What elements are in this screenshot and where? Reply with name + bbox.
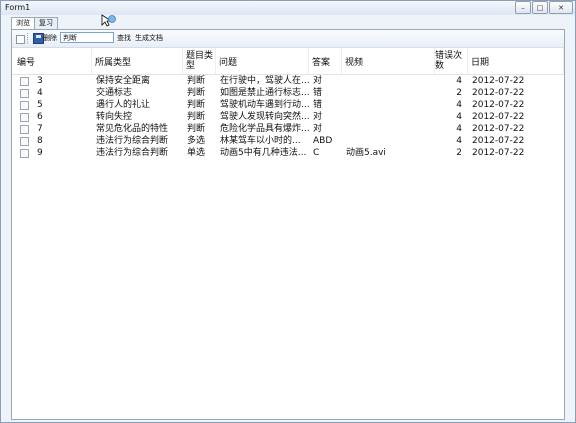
maximize-button[interactable]: □ [532, 1, 548, 14]
cell-id: 3 [37, 76, 43, 86]
mouse-cursor-icon [101, 14, 116, 27]
row-checkbox[interactable] [20, 77, 29, 86]
row-checkbox[interactable] [20, 125, 29, 134]
table-row[interactable]: 6 转向失控 判断 驾驶人发现转向突然... 对 4 2012-07-22 [12, 111, 564, 123]
cell-category: 违法行为综合判断 [96, 136, 169, 146]
cell-answer: 对 [313, 76, 323, 86]
toolbar-separator [27, 33, 29, 44]
cell-date: 2012-07-22 [472, 88, 525, 98]
cell-id: 7 [37, 124, 43, 134]
tab-review[interactable]: 复习 [34, 17, 58, 29]
cell-qtype: 单选 [187, 148, 206, 158]
cell-qtype: 判断 [187, 100, 206, 110]
cell-errors: 2 [456, 88, 462, 98]
column-header-date[interactable]: 日期 [468, 48, 564, 74]
row-checkbox[interactable] [20, 137, 29, 146]
cell-question: 在行驶中，驾驶人在... [220, 76, 309, 86]
cell-video [346, 111, 435, 123]
browse-panel: 删除 判断 查找 生成文档 编号 所属类型 题目类型 问题 答案 视频 错误次数… [11, 29, 565, 420]
cell-video [346, 123, 435, 135]
cell-question: 危险化学品具有爆炸... [220, 124, 309, 134]
cell-date: 2012-07-22 [472, 100, 525, 110]
cell-category: 保持安全距离 [96, 76, 151, 86]
row-checkbox[interactable] [20, 113, 29, 122]
cell-qtype: 多选 [187, 136, 206, 146]
find-button[interactable]: 查找 [117, 33, 131, 43]
cell-id: 5 [37, 100, 43, 110]
cell-video [346, 99, 435, 111]
cell-question: 如图是禁止通行标志... [220, 88, 309, 98]
toolbar: 删除 判断 查找 生成文档 [12, 30, 564, 48]
minimize-button[interactable]: – [515, 1, 531, 14]
cell-answer: ABD [313, 136, 333, 146]
cell-id: 6 [37, 112, 43, 122]
column-header-answer[interactable]: 答案 [309, 48, 342, 74]
cell-qtype: 判断 [187, 88, 206, 98]
cell-qtype: 判断 [187, 76, 206, 86]
cell-category: 常见危化品的特性 [96, 124, 169, 134]
cell-category: 交通标志 [96, 88, 133, 98]
cell-answer: 错 [313, 88, 323, 98]
cell-video [346, 87, 435, 99]
cell-qtype: 判断 [187, 112, 206, 122]
table-row[interactable]: 8 违法行为综合判断 多选 林某驾车以小时的... ABD 4 2012-07-22 [12, 135, 564, 147]
cell-errors: 2 [456, 148, 462, 158]
cell-date: 2012-07-22 [472, 136, 525, 146]
cell-answer: 错 [313, 100, 323, 110]
column-header-question[interactable]: 问题 [216, 48, 309, 74]
column-header-video[interactable]: 视频 [342, 48, 435, 74]
cell-errors: 4 [456, 100, 462, 110]
cell-id: 4 [37, 88, 43, 98]
cell-errors: 4 [456, 124, 462, 134]
column-header-errors[interactable]: 错误次数 [435, 48, 468, 74]
cell-question: 驾驶人发现转向突然... [220, 112, 309, 122]
column-header-qtype[interactable]: 题目类型 [183, 48, 216, 74]
close-button[interactable]: ✕ [549, 1, 573, 14]
cell-video: 动画5.avi [346, 148, 386, 158]
cell-date: 2012-07-22 [472, 76, 525, 86]
table-row[interactable]: 3 保持安全距离 判断 在行驶中，驾驶人在... 对 4 2012-07-22 [12, 75, 564, 87]
cell-answer: 对 [313, 124, 323, 134]
generate-document-button[interactable]: 生成文档 [135, 33, 163, 43]
cell-question: 林某驾车以小时的... [220, 136, 301, 146]
cell-category: 遇行人的礼让 [96, 100, 151, 110]
table-row[interactable]: 7 常见危化品的特性 判断 危险化学品具有爆炸... 对 4 2012-07-22 [12, 123, 564, 135]
cell-errors: 4 [456, 112, 462, 122]
table-row[interactable]: 5 遇行人的礼让 判断 驾驶机动车遇到行动... 错 4 2012-07-22 [12, 99, 564, 111]
cell-answer: C [313, 148, 320, 158]
window-title: Form1 [5, 3, 31, 12]
select-all-checkbox[interactable] [16, 35, 25, 44]
cell-video [346, 75, 435, 87]
cell-category: 转向失控 [96, 112, 133, 122]
row-checkbox[interactable] [20, 101, 29, 110]
cell-video [346, 135, 435, 147]
row-checkbox[interactable] [20, 149, 29, 158]
cell-qtype: 判断 [187, 124, 206, 134]
table-row[interactable]: 9 违法行为综合判断 单选 动画5中有几种违法... C 动画5.avi 2 2012-07-… [12, 147, 564, 159]
cell-errors: 4 [456, 76, 462, 86]
cell-category: 违法行为综合判断 [96, 148, 169, 158]
tab-strip: 浏览 复习 [11, 17, 58, 30]
column-header-id[interactable]: 编号 [12, 48, 92, 74]
delete-button[interactable]: 删除 [43, 33, 57, 43]
search-input[interactable]: 判断 [60, 32, 114, 43]
cell-answer: 对 [313, 112, 323, 122]
cell-id: 9 [37, 148, 43, 158]
window-controls: – □ ✕ [514, 1, 573, 14]
cell-question: 驾驶机动车遇到行动... [220, 100, 309, 110]
main-window: Form1 – □ ✕ 浏览 复习 删除 判断 查找 生成文档 编号 所属类型 … [0, 0, 576, 423]
cell-date: 2012-07-22 [472, 124, 525, 134]
row-checkbox[interactable] [20, 89, 29, 98]
cell-id: 8 [37, 136, 43, 146]
cell-errors: 4 [456, 136, 462, 146]
cell-date: 2012-07-22 [472, 112, 525, 122]
grid-header: 编号 所属类型 题目类型 问题 答案 视频 错误次数 日期 [12, 48, 564, 75]
cell-question: 动画5中有几种违法... [220, 148, 307, 158]
cell-date: 2012-07-22 [472, 148, 525, 158]
table-row[interactable]: 4 交通标志 判断 如图是禁止通行标志... 错 2 2012-07-22 [12, 87, 564, 99]
title-bar: Form1 – □ ✕ [1, 1, 575, 15]
column-header-category[interactable]: 所属类型 [92, 48, 183, 74]
